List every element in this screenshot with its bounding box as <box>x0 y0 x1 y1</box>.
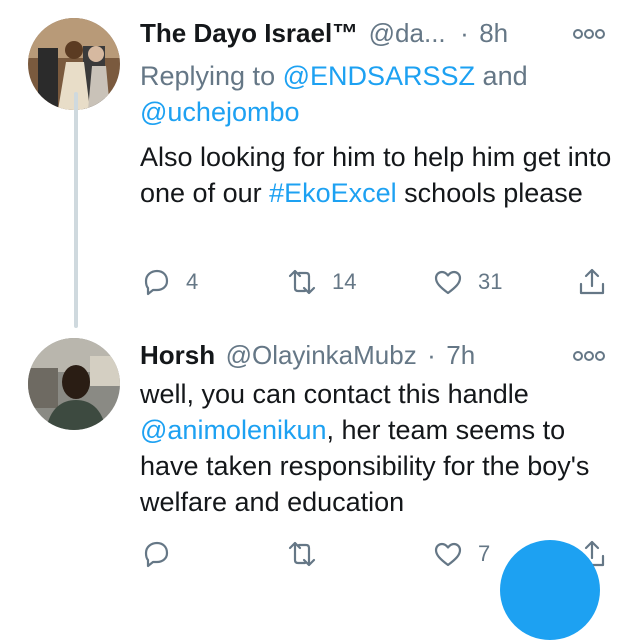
avatar[interactable] <box>28 338 120 430</box>
hashtag-link[interactable]: #EkoExcel <box>269 178 397 208</box>
tweet-2[interactable]: Horsh @OlayinkaMubz · 7h well, you can c… <box>0 330 640 570</box>
reply-button[interactable] <box>140 534 186 574</box>
timestamp[interactable]: 7h <box>446 340 475 370</box>
mention-link[interactable]: @uchejombo <box>140 97 300 127</box>
avatar-photo <box>28 338 120 430</box>
compose-tweet-button[interactable] <box>500 540 600 640</box>
share-button[interactable] <box>576 262 608 302</box>
tweet-text: well, you can contact this handle @animol… <box>140 376 620 520</box>
mention-link[interactable]: @animolenikun <box>140 415 327 445</box>
retweet-count: 14 <box>332 269 357 294</box>
replying-and: and <box>475 61 528 91</box>
action-bar: 4 14 31 <box>140 262 620 302</box>
separator-dot: · <box>427 340 436 370</box>
share-icon <box>579 268 605 295</box>
reply-icon <box>144 269 169 296</box>
retweet-icon <box>288 541 316 567</box>
like-count: 7 <box>478 541 491 566</box>
more-options-icon[interactable] <box>572 26 606 56</box>
display-name[interactable]: Horsh <box>140 340 215 370</box>
retweet-button[interactable] <box>286 534 332 574</box>
retweet-button[interactable]: 14 <box>286 262 356 302</box>
tweet-header: Horsh @OlayinkaMubz · 7h <box>140 340 640 380</box>
heart-icon <box>434 542 462 567</box>
like-button[interactable]: 7 <box>432 534 490 574</box>
like-button[interactable]: 31 <box>432 262 502 302</box>
username[interactable]: @OlayinkaMubz <box>226 340 417 370</box>
like-count: 31 <box>478 269 503 294</box>
reply-count: 4 <box>186 269 199 294</box>
replying-to: Replying to @ENDSARSSZ and @uchejombo <box>140 58 620 130</box>
thread-line <box>74 92 78 328</box>
replying-prefix: Replying to <box>140 61 283 91</box>
timestamp[interactable]: 8h <box>479 18 508 48</box>
tweet-text-part: schools please <box>396 178 583 208</box>
tweet-1[interactable]: The Dayo Israel™ @da... · 8h Replying to… <box>0 0 640 330</box>
separator-dot: · <box>460 18 469 48</box>
mention-link[interactable]: @ENDSARSSZ <box>283 61 475 91</box>
tweet-text-part: well, you can contact this handle <box>140 379 529 409</box>
retweet-icon <box>288 269 316 295</box>
tweet-header: The Dayo Israel™ @da... · 8h <box>140 18 640 58</box>
heart-icon <box>434 270 462 295</box>
tweet-text: Also looking for him to help him get int… <box>140 139 620 211</box>
reply-button[interactable]: 4 <box>140 262 198 302</box>
more-options-icon[interactable] <box>572 348 606 378</box>
reply-icon <box>144 541 169 568</box>
display-name[interactable]: The Dayo Israel™ <box>140 18 358 48</box>
username[interactable]: @da... <box>369 18 446 48</box>
